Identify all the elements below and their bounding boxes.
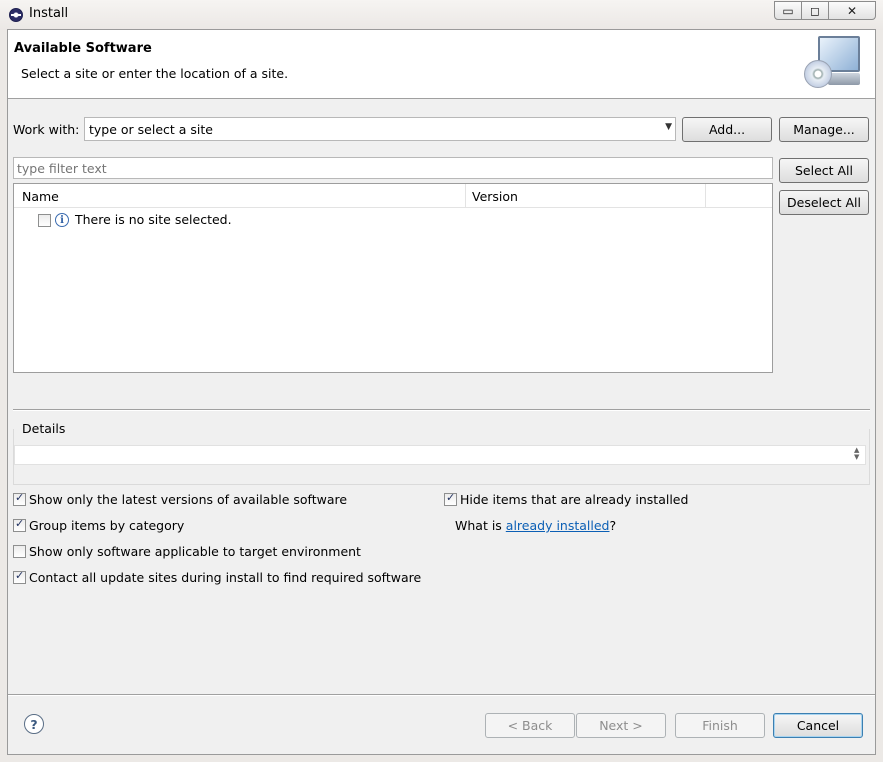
close-button[interactable]: ✕ [828,1,876,20]
help-icon[interactable]: ? [24,714,44,734]
details-text[interactable] [14,445,866,465]
cancel-button[interactable]: Cancel [773,713,863,738]
what-is-text: What is [455,518,502,533]
select-all-button[interactable]: Select All [779,158,869,183]
question-mark: ? [609,518,617,533]
row-checkbox[interactable] [38,214,51,227]
next-button[interactable]: Next > [576,713,666,738]
table-header: Name Version [14,184,772,208]
footer-separator [8,694,875,696]
column-divider[interactable] [465,184,466,208]
deselect-all-button[interactable]: Deselect All [779,190,869,215]
latest-versions-checkbox[interactable] [13,491,26,506]
monitor-stand [828,73,860,85]
filter-input[interactable] [13,157,773,179]
details-scroll[interactable]: ▲ ▼ [854,447,859,461]
maximize-button[interactable]: ◻ [801,1,829,20]
work-with-combo[interactable]: type or select a site ▼ [84,117,676,141]
already-installed-link[interactable]: already installed [506,518,610,533]
minimize-button[interactable]: ▭ [774,1,802,20]
manage-button[interactable]: Manage... [779,117,869,142]
software-table[interactable]: Name Version i There is no site selected… [13,183,773,373]
column-version[interactable]: Version [472,189,518,204]
dropdown-arrow-icon[interactable]: ▼ [665,122,672,132]
info-icon: i [55,213,69,227]
column-divider[interactable] [705,184,706,208]
title-bar [0,0,883,30]
group-by-category-checkbox[interactable] [13,517,26,532]
window-title: Install [29,6,69,21]
add-button[interactable]: Add... [682,117,772,142]
hide-installed-label: Hide items that are already installed [460,492,689,507]
work-with-label: Work with: [13,122,80,137]
finish-button[interactable]: Finish [675,713,765,738]
page-title: Available Software [14,41,152,56]
contact-sites-checkbox[interactable] [13,569,26,584]
details-label: Details [22,421,66,436]
target-env-checkbox[interactable] [13,545,26,558]
target-env-label: Show only software applicable to target … [29,544,361,559]
page-description: Select a site or enter the location of a… [21,66,289,81]
latest-versions-label: Show only the latest versions of availab… [29,492,348,507]
group-by-category-label: Group items by category [29,518,185,533]
column-name[interactable]: Name [22,189,59,204]
separator [13,409,870,411]
table-row[interactable]: There is no site selected. [75,212,232,227]
work-with-value: type or select a site [89,122,213,137]
eclipse-icon [9,8,23,22]
contact-sites-label: Contact all update sites during install … [29,570,422,585]
what-is-line: What is already installed? [455,518,616,533]
cd-icon [804,60,832,88]
back-button[interactable]: < Back [485,713,575,738]
hide-installed-checkbox[interactable] [444,491,457,506]
